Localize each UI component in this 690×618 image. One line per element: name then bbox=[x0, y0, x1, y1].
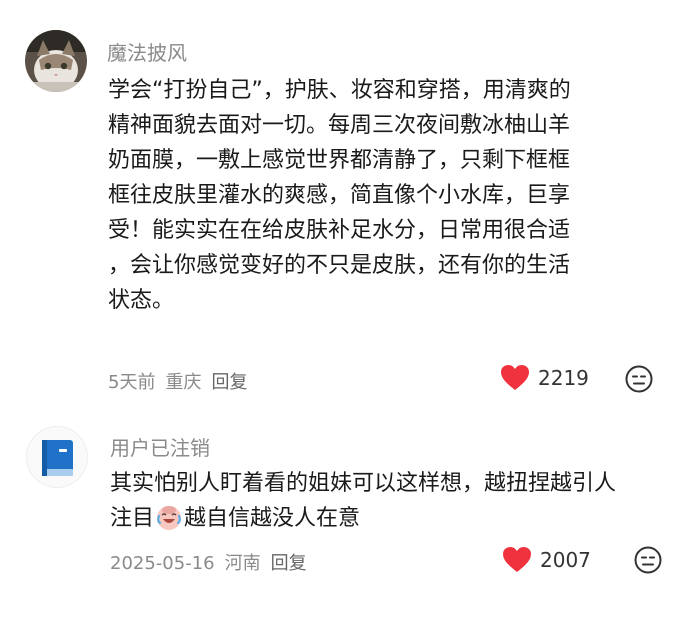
comment-location: 河南 bbox=[224, 553, 261, 574]
crying-laughing-emoji bbox=[157, 506, 182, 530]
comment-username[interactable]: 魔法披风 bbox=[107, 37, 187, 66]
user-avatar[interactable] bbox=[26, 426, 88, 488]
comment-text-line: 受！能实实在在给皮肤补足水分，日常用很合适 bbox=[108, 218, 571, 243]
blue-book-avatar bbox=[42, 440, 73, 476]
dislike-button[interactable] bbox=[634, 546, 662, 574]
heart-icon bbox=[501, 365, 529, 390]
comment-text-line: ，会让你感觉变好的不只是皮肤，还有你的生活 bbox=[108, 253, 571, 278]
heart-icon bbox=[503, 547, 531, 572]
comment-text-segment: 越自信越没人在意 bbox=[184, 506, 361, 531]
comment-text: 其实怕别人盯着看的姐妹可以这样想，越扭捏越引人 注目 越自信越没人在意 bbox=[110, 466, 670, 536]
comment-text-line: 框往皮肤里灌水的爽感，简直像个小水库，巨享 bbox=[108, 183, 571, 208]
reply-button[interactable]: 回复 bbox=[271, 553, 307, 574]
like-button[interactable]: 2007 bbox=[502, 546, 591, 573]
comment-text-line: 精神面貌去面对一切。每周三次夜间敷冰柚山羊 bbox=[108, 113, 571, 138]
dislike-button[interactable] bbox=[625, 365, 653, 393]
cat-photo-avatar bbox=[25, 30, 87, 92]
like-button[interactable]: 2219 bbox=[500, 364, 589, 391]
comment-text: 学会“打扮自己”，护肤、妆容和穿搭，用清爽的 精神面貌去面对一切。每周三次夜间敷… bbox=[108, 73, 668, 318]
comment-text-line: 其实怕别人盯着看的姐妹可以这样想，越扭捏越引人 bbox=[110, 471, 617, 496]
comment-time: 2025-05-16 bbox=[110, 553, 215, 574]
comment-location: 重庆 bbox=[165, 372, 202, 393]
comment-username[interactable]: 用户已注销 bbox=[110, 432, 210, 461]
comment-text-line: 注目 越自信越没人在意 bbox=[110, 501, 670, 536]
comment-text-line: 状态。 bbox=[108, 288, 175, 313]
comment-text-line: 学会“打扮自己”，护肤、妆容和穿搭，用清爽的 bbox=[108, 78, 571, 103]
comment-time: 5天前 bbox=[108, 372, 156, 393]
user-avatar[interactable] bbox=[25, 30, 87, 92]
like-count: 2007 bbox=[540, 547, 591, 572]
comment-meta: 2025-05-16 河南 回复 bbox=[110, 549, 317, 575]
comment-text-line: 奶面膜，一敷上感觉世界都清静了，只剩下框框 bbox=[108, 148, 571, 173]
like-count: 2219 bbox=[538, 365, 589, 390]
comment-text-segment: 注目 bbox=[110, 506, 155, 531]
neutral-face-icon bbox=[625, 365, 653, 393]
reply-button[interactable]: 回复 bbox=[211, 372, 247, 393]
comment-meta: 5天前 重庆 回复 bbox=[108, 368, 257, 394]
neutral-face-icon bbox=[634, 546, 662, 574]
